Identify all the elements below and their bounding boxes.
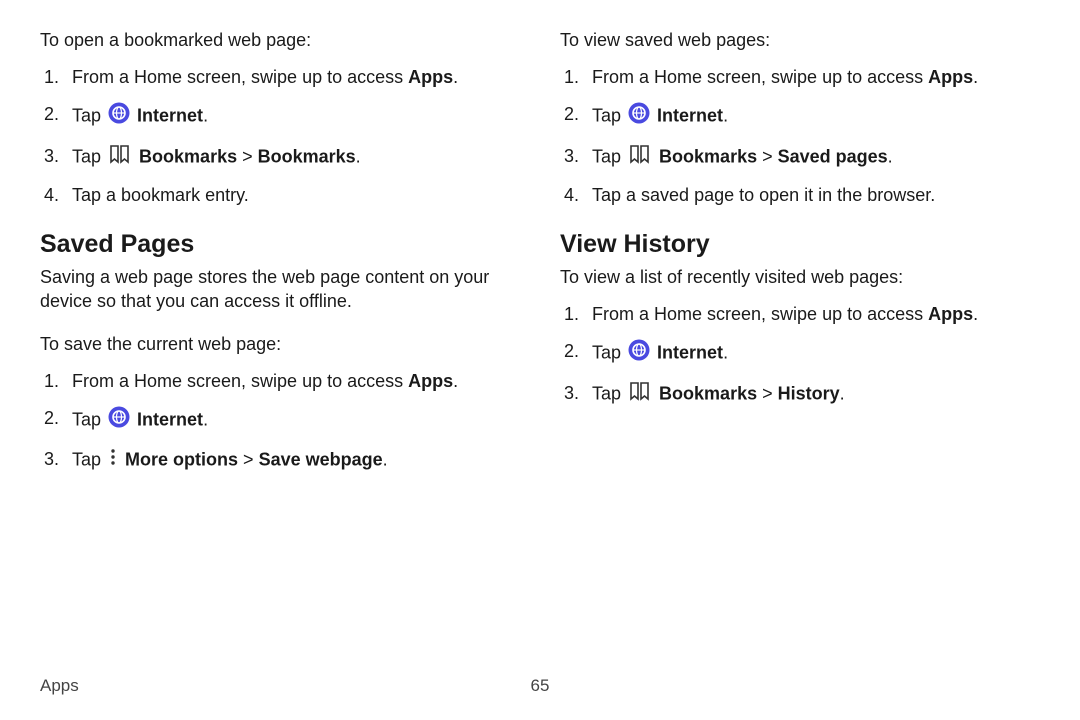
steps-open-bookmark: From a Home screen, swipe up to access A… [40, 65, 520, 208]
more-options-icon [108, 447, 118, 474]
internet-icon [108, 406, 130, 435]
period: . [203, 106, 208, 126]
steps-view-history: From a Home screen, swipe up to access A… [560, 302, 1040, 408]
more-options-label: More options [125, 449, 238, 469]
internet-label: Internet [137, 106, 203, 126]
apps-label: Apps [928, 304, 973, 324]
page-footer: Apps 65 [40, 676, 1040, 696]
period: . [356, 146, 361, 166]
bookmarks-icon [628, 381, 652, 408]
step-text: From a Home screen, swipe up to access [72, 371, 408, 391]
step: Tap Internet. [560, 102, 1040, 131]
step: From a Home screen, swipe up to access A… [560, 65, 1040, 90]
internet-label: Internet [657, 343, 723, 363]
history-label: History [778, 383, 840, 403]
separator: > [757, 383, 778, 403]
period: . [723, 106, 728, 126]
step-text: Tap [72, 449, 106, 469]
step-text: From a Home screen, swipe up to access [592, 304, 928, 324]
step: From a Home screen, swipe up to access A… [40, 369, 520, 394]
step-text: From a Home screen, swipe up to access [592, 67, 928, 87]
heading-saved-pages: Saved Pages [40, 230, 520, 259]
bookmarks-icon [108, 144, 132, 171]
step-text: Tap [592, 343, 626, 363]
period: . [888, 146, 893, 166]
step: Tap a bookmark entry. [40, 183, 520, 208]
save-webpage-label: Save webpage [259, 449, 383, 469]
apps-label: Apps [408, 371, 453, 391]
step: Tap a saved page to open it in the brows… [560, 183, 1040, 208]
left-column: To open a bookmarked web page: From a Ho… [40, 28, 520, 496]
step: Tap Internet. [560, 339, 1040, 368]
internet-icon [108, 102, 130, 131]
step-text: Tap [72, 409, 106, 429]
internet-label: Internet [137, 409, 203, 429]
intro-view-saved: To view saved web pages: [560, 28, 1040, 53]
internet-icon [628, 339, 650, 368]
period: . [723, 343, 728, 363]
period: . [453, 371, 458, 391]
step: Tap Bookmarks > History. [560, 381, 1040, 408]
bookmarks-icon [628, 144, 652, 171]
footer-page-number: 65 [531, 676, 550, 696]
internet-label: Internet [657, 106, 723, 126]
desc-view-history: To view a list of recently visited web p… [560, 265, 1040, 290]
intro-open-bookmark: To open a bookmarked web page: [40, 28, 520, 53]
bookmarks-label: Bookmarks [139, 146, 237, 166]
intro-save-page: To save the current web page: [40, 332, 520, 357]
period: . [203, 409, 208, 429]
step: Tap Bookmarks > Bookmarks. [40, 144, 520, 171]
step: Tap Internet. [40, 102, 520, 131]
period: . [840, 383, 845, 403]
step-text: Tap [592, 146, 626, 166]
step-text: From a Home screen, swipe up to access [72, 67, 408, 87]
footer-section: Apps [40, 676, 79, 695]
step-text: Tap [72, 106, 106, 126]
apps-label: Apps [408, 67, 453, 87]
separator: > [757, 146, 778, 166]
apps-label: Apps [928, 67, 973, 87]
steps-save-page: From a Home screen, swipe up to access A… [40, 369, 520, 475]
bookmarks-label: Bookmarks [659, 146, 757, 166]
period: . [973, 304, 978, 324]
desc-saved-pages: Saving a web page stores the web page co… [40, 265, 520, 314]
period: . [383, 449, 388, 469]
bookmarks-label: Bookmarks [659, 383, 757, 403]
bookmarks-sub-label: Bookmarks [258, 146, 356, 166]
steps-view-saved: From a Home screen, swipe up to access A… [560, 65, 1040, 208]
step: From a Home screen, swipe up to access A… [40, 65, 520, 90]
step: Tap More options > Save webpage. [40, 447, 520, 474]
step-text: Tap [592, 106, 626, 126]
step: From a Home screen, swipe up to access A… [560, 302, 1040, 327]
saved-pages-label: Saved pages [778, 146, 888, 166]
step-text: Tap [72, 146, 106, 166]
content-columns: To open a bookmarked web page: From a Ho… [40, 28, 1040, 496]
step: Tap Bookmarks > Saved pages. [560, 144, 1040, 171]
step: Tap Internet. [40, 406, 520, 435]
right-column: To view saved web pages: From a Home scr… [560, 28, 1040, 496]
separator: > [237, 146, 258, 166]
internet-icon [628, 102, 650, 131]
heading-view-history: View History [560, 230, 1040, 259]
period: . [973, 67, 978, 87]
period: . [453, 67, 458, 87]
step-text: Tap [592, 383, 626, 403]
separator: > [238, 449, 259, 469]
